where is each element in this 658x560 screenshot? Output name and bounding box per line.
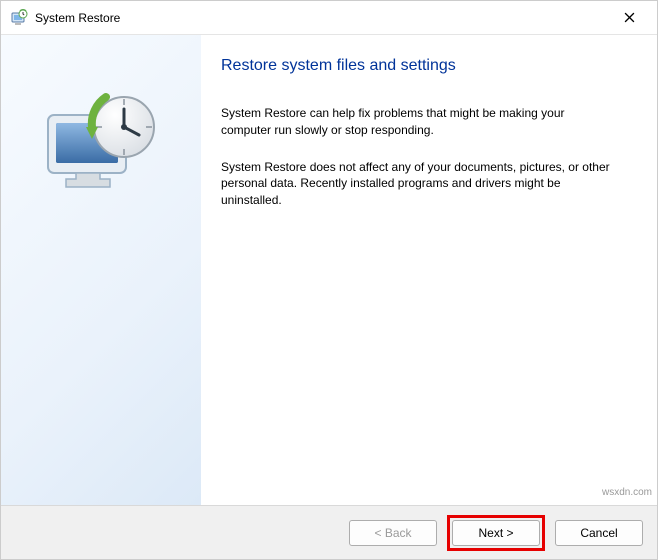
description-paragraph-1: System Restore can help fix problems tha… [221, 105, 617, 139]
wizard-main: Restore system files and settings System… [201, 35, 657, 505]
titlebar: System Restore [1, 1, 657, 35]
watermark-text: wsxdn.com [602, 487, 652, 498]
content-area: Restore system files and settings System… [1, 35, 657, 505]
system-restore-icon [9, 8, 29, 28]
window-title: System Restore [35, 11, 120, 25]
restore-illustration-icon [36, 85, 166, 215]
back-button[interactable]: < Back [349, 520, 437, 546]
description-paragraph-2: System Restore does not affect any of yo… [221, 159, 617, 209]
wizard-sidebar [1, 35, 201, 505]
close-icon [624, 12, 635, 23]
page-heading: Restore system files and settings [221, 57, 617, 75]
cancel-button[interactable]: Cancel [555, 520, 643, 546]
wizard-footer: < Back Next > Cancel [1, 505, 657, 559]
next-button[interactable]: Next > [452, 520, 540, 546]
close-button[interactable] [609, 3, 649, 33]
next-button-highlight: Next > [447, 515, 545, 551]
